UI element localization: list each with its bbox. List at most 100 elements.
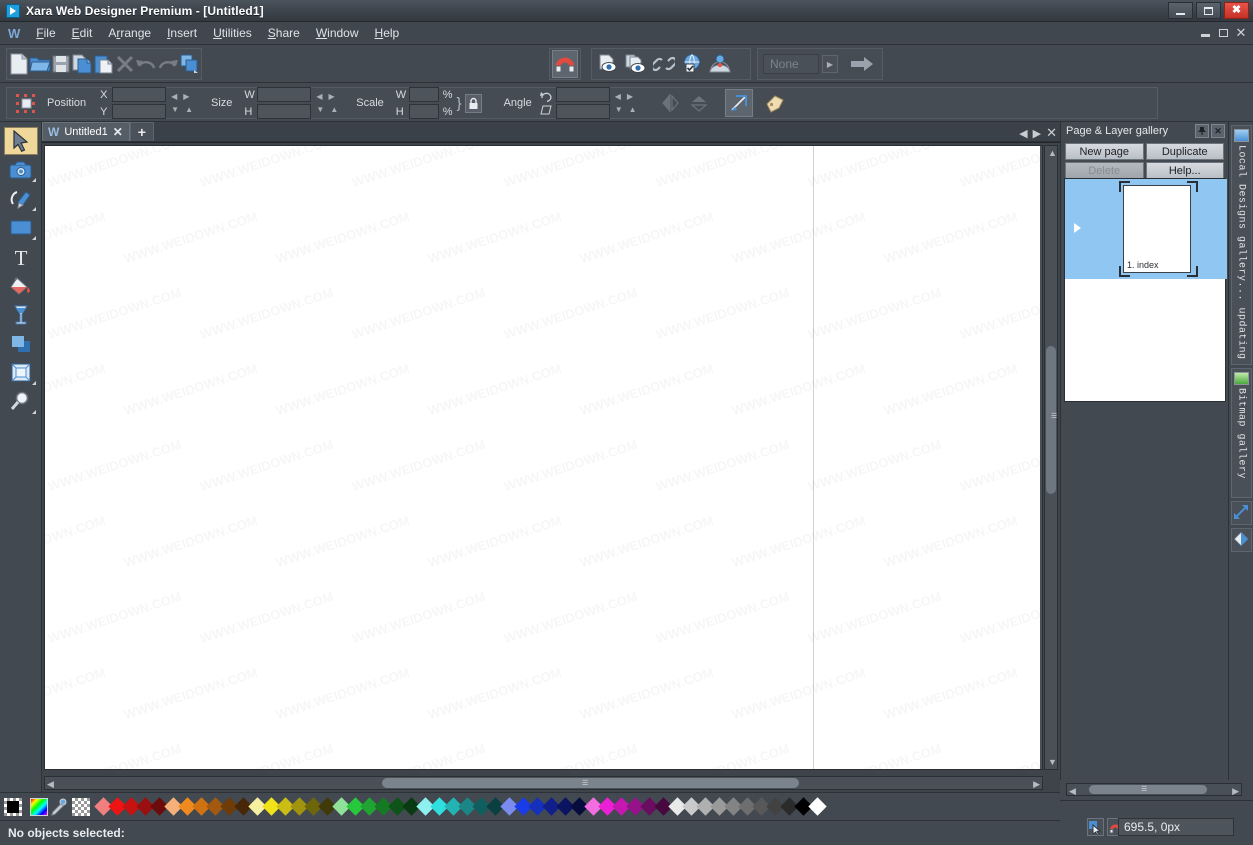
- gallery-scroll-right-arrow-icon[interactable]: ▶: [1232, 786, 1239, 797]
- selector-tool[interactable]: [4, 127, 38, 155]
- menu-item-insert[interactable]: Insert: [159, 23, 205, 43]
- horizontal-scroll-thumb[interactable]: ☰: [382, 778, 799, 788]
- help-button[interactable]: Help...: [1146, 162, 1225, 179]
- selection-arrow-icon[interactable]: [1087, 818, 1104, 836]
- scale-w-input[interactable]: [409, 87, 439, 102]
- scroll-up-arrow-icon[interactable]: ▲: [1048, 148, 1057, 158]
- position-y-input[interactable]: [112, 104, 166, 119]
- page-expander-arrow-icon[interactable]: [1074, 223, 1081, 233]
- position-x-input[interactable]: [112, 87, 166, 102]
- transparency-tool[interactable]: [4, 301, 38, 329]
- size-h-input[interactable]: [257, 104, 311, 119]
- tab-scroll-left-button[interactable]: ◀: [1019, 127, 1027, 140]
- new-document-button[interactable]: [9, 50, 29, 78]
- menu-item-window[interactable]: Window: [308, 23, 367, 43]
- angle-spinner[interactable]: ◀▶: [615, 92, 637, 101]
- flip-vertical-button[interactable]: [685, 89, 713, 117]
- angle-input[interactable]: [556, 87, 610, 102]
- page-thumbnail[interactable]: 1. index: [1123, 185, 1191, 273]
- object-name-expand-button[interactable]: ▶: [822, 55, 838, 73]
- tab-close-button[interactable]: ✕: [1046, 125, 1057, 141]
- presenter-button[interactable]: [706, 50, 734, 78]
- menu-item-share[interactable]: Share: [260, 23, 308, 43]
- snap-to-objects-button[interactable]: [552, 50, 578, 78]
- color-editor-button[interactable]: [30, 798, 48, 816]
- size-h-spinner[interactable]: ▼▲: [316, 105, 338, 114]
- bevel-tool[interactable]: [4, 359, 38, 387]
- chain-link-button[interactable]: [650, 50, 678, 78]
- preview-website-button[interactable]: [622, 50, 650, 78]
- mdi-close-button[interactable]: ✕: [1233, 25, 1249, 40]
- text-tool[interactable]: T: [4, 243, 38, 271]
- freehand-brush-tool[interactable]: [4, 185, 38, 213]
- menu-item-arrange[interactable]: Arrange: [100, 23, 159, 43]
- fill-gallery-button[interactable]: [1231, 501, 1252, 525]
- delete-x-button[interactable]: [115, 50, 135, 78]
- photo-tool[interactable]: [4, 156, 38, 184]
- color-swatch-row[interactable]: [96, 800, 824, 813]
- scroll-right-arrow-icon[interactable]: ▶: [1033, 779, 1040, 790]
- page-list[interactable]: 1. index: [1064, 178, 1226, 402]
- mdi-restore-button[interactable]: [1215, 25, 1231, 40]
- scale-h-input[interactable]: [409, 104, 439, 119]
- document-tab-untitled1[interactable]: W Untitled1 ✕: [42, 122, 130, 141]
- size-w-input[interactable]: [257, 87, 311, 102]
- menu-item-edit[interactable]: Edit: [64, 23, 101, 43]
- menu-item-file[interactable]: File: [28, 23, 63, 43]
- web-properties-button[interactable]: [678, 50, 706, 78]
- redo-button[interactable]: [157, 50, 179, 78]
- local-designs-gallery-tab[interactable]: Local Designs gallery... updating: [1231, 125, 1252, 365]
- maximize-button[interactable]: [1196, 2, 1221, 19]
- arrange-objects-button[interactable]: [179, 50, 201, 78]
- transparent-swatch-button[interactable]: [72, 798, 90, 816]
- document-tab-close-icon[interactable]: ✕: [113, 127, 123, 137]
- zoom-tool[interactable]: [4, 388, 38, 416]
- close-button[interactable]: ✖: [1224, 2, 1249, 19]
- lock-aspect-ratio-button[interactable]: [465, 94, 482, 113]
- scroll-down-arrow-icon[interactable]: ▼: [1048, 757, 1057, 767]
- pin-icon[interactable]: [1195, 124, 1209, 138]
- open-document-button[interactable]: [29, 50, 51, 78]
- shear-spinner[interactable]: ▼▲: [615, 105, 637, 114]
- panel-close-icon[interactable]: ✕: [1211, 124, 1225, 138]
- undo-button[interactable]: [135, 50, 157, 78]
- apply-name-button[interactable]: [848, 50, 876, 78]
- tab-scroll-right-button[interactable]: ▶: [1033, 127, 1041, 140]
- canvas-horizontal-scrollbar[interactable]: ◀ ☰ ▶: [44, 776, 1043, 790]
- page-list-item-selected[interactable]: 1. index: [1065, 179, 1227, 279]
- eyedropper-button[interactable]: [50, 798, 68, 816]
- delete-page-button[interactable]: Delete: [1065, 162, 1144, 179]
- new-document-tab-button[interactable]: +: [130, 122, 154, 141]
- save-document-button[interactable]: [51, 50, 71, 78]
- no-color-swatch[interactable]: [4, 798, 22, 816]
- vertical-scroll-thumb[interactable]: ☰: [1046, 346, 1056, 494]
- position-x-spinner[interactable]: ◀▶: [171, 92, 193, 101]
- minimize-button[interactable]: [1168, 2, 1193, 19]
- rectangle-tool[interactable]: [4, 214, 38, 242]
- menu-item-utilities[interactable]: Utilities: [205, 23, 260, 43]
- gallery-scroll-left-arrow-icon[interactable]: ◀: [1069, 786, 1076, 797]
- object-name-dropdown[interactable]: None: [763, 54, 819, 74]
- mdi-minimize-button[interactable]: [1197, 25, 1213, 40]
- new-page-button[interactable]: New page: [1065, 143, 1144, 160]
- app-menu-logo[interactable]: W: [5, 26, 28, 41]
- copy-button[interactable]: [71, 50, 93, 78]
- gallery-horizontal-scrollbar[interactable]: ◀ ☰ ▶: [1066, 783, 1242, 796]
- color-gallery-button[interactable]: [1231, 528, 1252, 552]
- menu-item-help[interactable]: Help: [367, 23, 408, 43]
- position-y-spinner[interactable]: ▼▲: [171, 105, 193, 114]
- object-name-tag-button[interactable]: [761, 89, 789, 117]
- duplicate-page-button[interactable]: Duplicate: [1146, 143, 1225, 160]
- paste-button[interactable]: [93, 50, 115, 78]
- scale-line-widths-button[interactable]: [725, 89, 753, 117]
- canvas-viewport[interactable]: WWW.WEIDOWN.COMWWW.WEIDOWN.COMWWW.WEIDOW…: [44, 145, 1043, 770]
- canvas-vertical-scrollbar[interactable]: ▲ ☰ ▼: [1044, 145, 1058, 770]
- document-page[interactable]: WWW.WEIDOWN.COMWWW.WEIDOWN.COMWWW.WEIDOW…: [45, 146, 1040, 769]
- preview-page-button[interactable]: [594, 50, 622, 78]
- shadow-tool[interactable]: [4, 330, 38, 358]
- color-swatch[interactable]: [808, 797, 826, 815]
- shear-input[interactable]: [556, 104, 610, 119]
- flip-horizontal-button[interactable]: [657, 89, 685, 117]
- size-w-spinner[interactable]: ◀▶: [316, 92, 338, 101]
- scroll-left-arrow-icon[interactable]: ◀: [47, 779, 54, 790]
